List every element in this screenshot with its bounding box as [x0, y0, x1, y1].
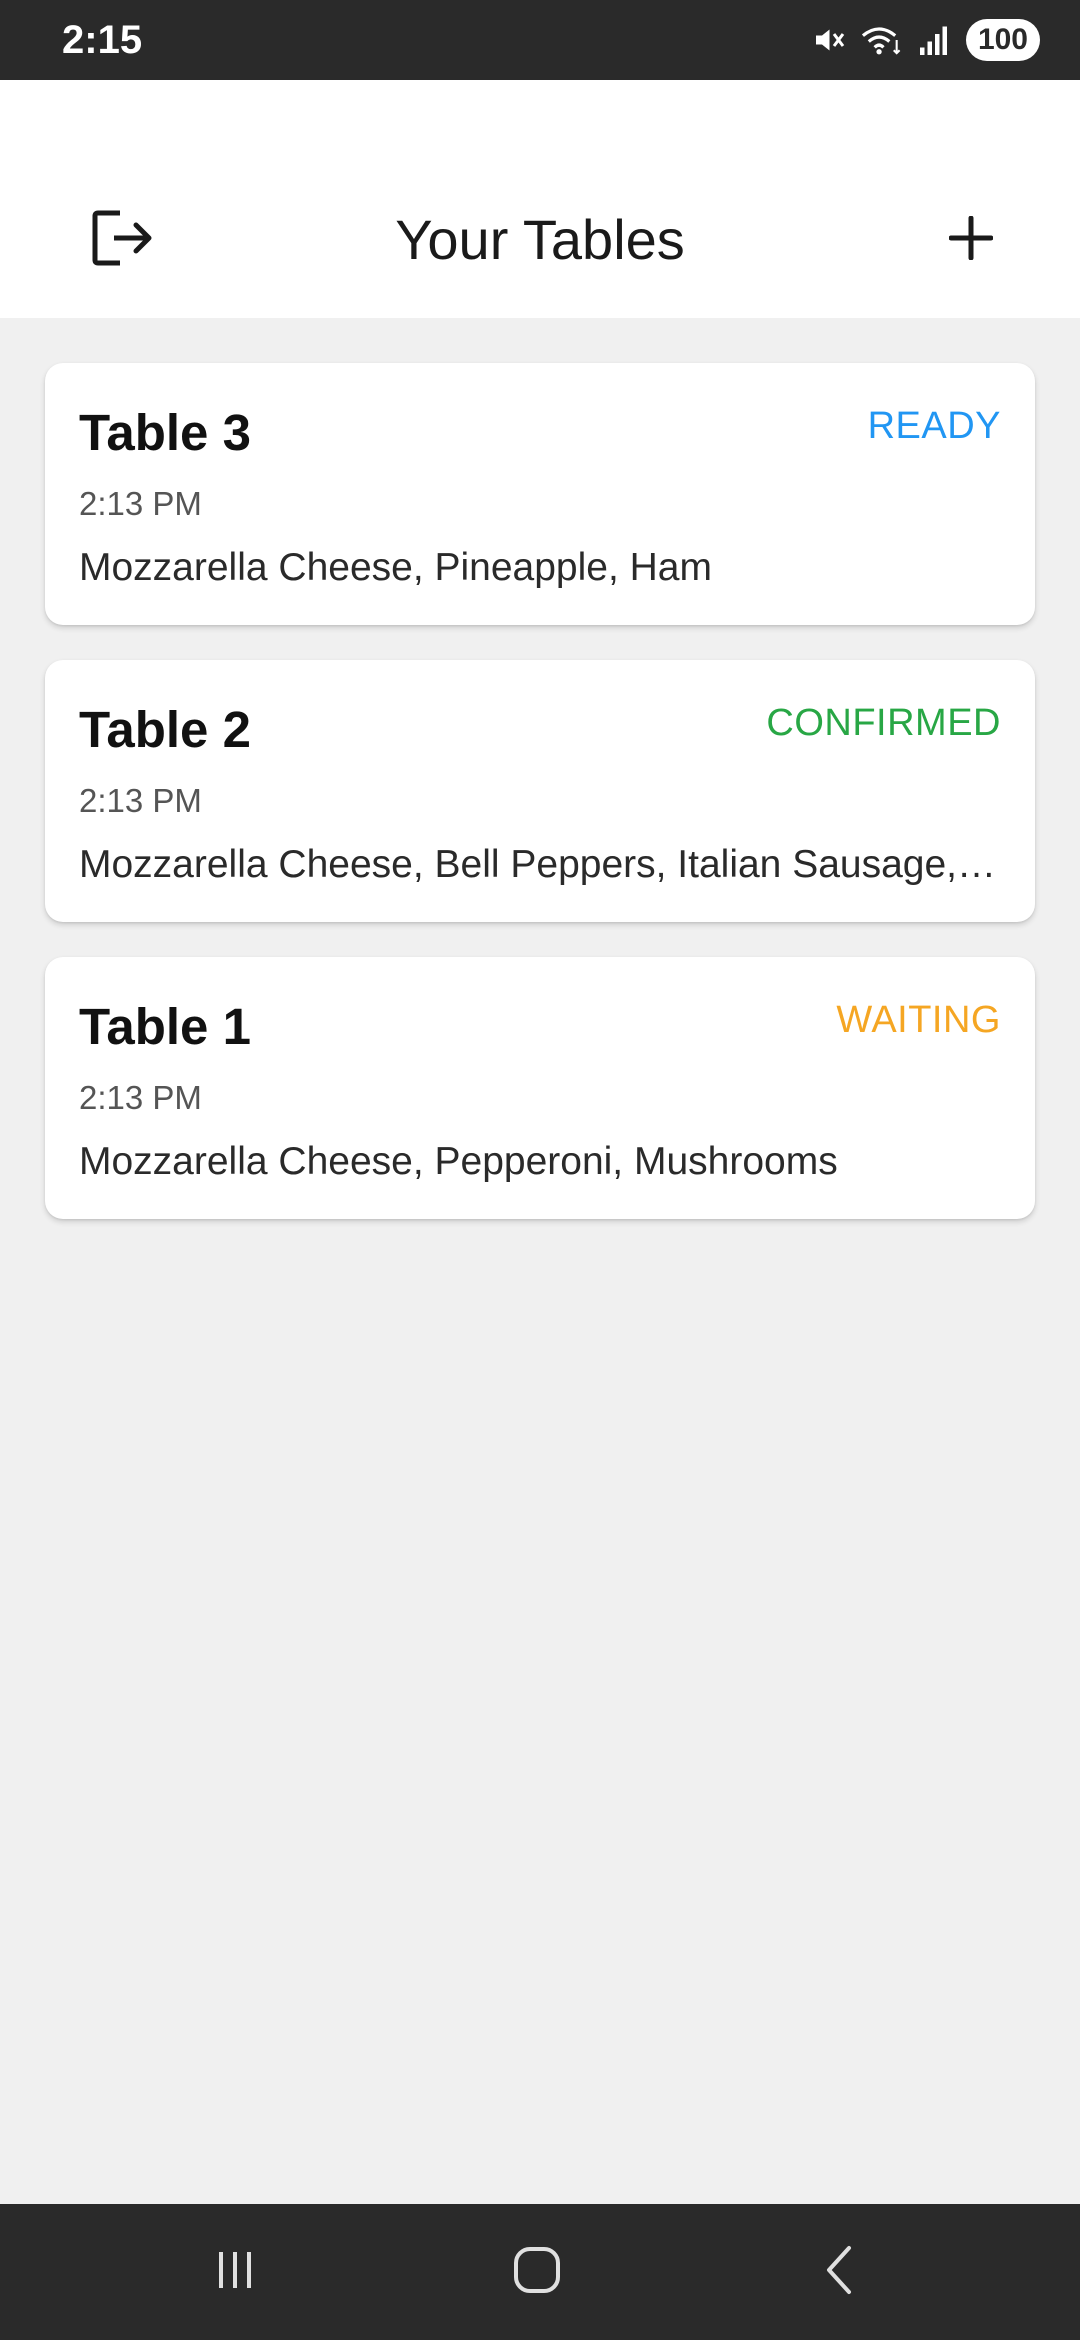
signal-icon: [918, 22, 952, 58]
table-name: Table 2: [79, 701, 251, 758]
order-items: Mozzarella Cheese, Pepperoni, Mushrooms: [79, 1140, 838, 1183]
table-list: Table 3 READY 2:13 PM Mozzarella Cheese,…: [0, 318, 1080, 2204]
recent-apps-icon: [211, 2246, 259, 2299]
back-button[interactable]: [786, 2232, 896, 2312]
table-name: Table 3: [79, 404, 251, 461]
recent-apps-button[interactable]: [180, 2232, 290, 2312]
mute-icon: [810, 22, 846, 58]
table-card[interactable]: Table 1 WAITING 2:13 PM Mozzarella Chees…: [45, 957, 1035, 1219]
wifi-icon: [860, 22, 904, 58]
status-bar: 2:15 100: [0, 0, 1080, 80]
table-card[interactable]: Table 2 CONFIRMED 2:13 PM Mozzarella Che…: [45, 660, 1035, 922]
home-icon: [511, 2244, 563, 2301]
plus-icon: [948, 215, 994, 265]
status-badge: READY: [867, 405, 1001, 447]
home-button[interactable]: [482, 2232, 592, 2312]
battery-icon: 100: [965, 19, 1040, 61]
add-table-button[interactable]: [926, 200, 1016, 280]
order-items: Mozzarella Cheese, Bell Peppers, Italian…: [79, 843, 1001, 886]
back-icon: [817, 2244, 865, 2301]
order-time: 2:13 PM: [79, 1079, 202, 1116]
order-items: Mozzarella Cheese, Pineapple, Ham: [79, 546, 712, 589]
app-header: Your Tables: [0, 80, 1080, 318]
status-badge: WAITING: [836, 999, 1001, 1041]
table-name: Table 1: [79, 998, 251, 1055]
status-badge: CONFIRMED: [766, 702, 1001, 744]
system-nav-bar: [0, 2204, 1080, 2340]
status-time: 2:15: [62, 18, 143, 62]
order-time: 2:13 PM: [79, 782, 202, 819]
table-card[interactable]: Table 3 READY 2:13 PM Mozzarella Cheese,…: [45, 363, 1035, 625]
status-icons: 100: [810, 16, 1040, 64]
order-time: 2:13 PM: [79, 485, 202, 522]
page-title: Your Tables: [395, 208, 685, 271]
